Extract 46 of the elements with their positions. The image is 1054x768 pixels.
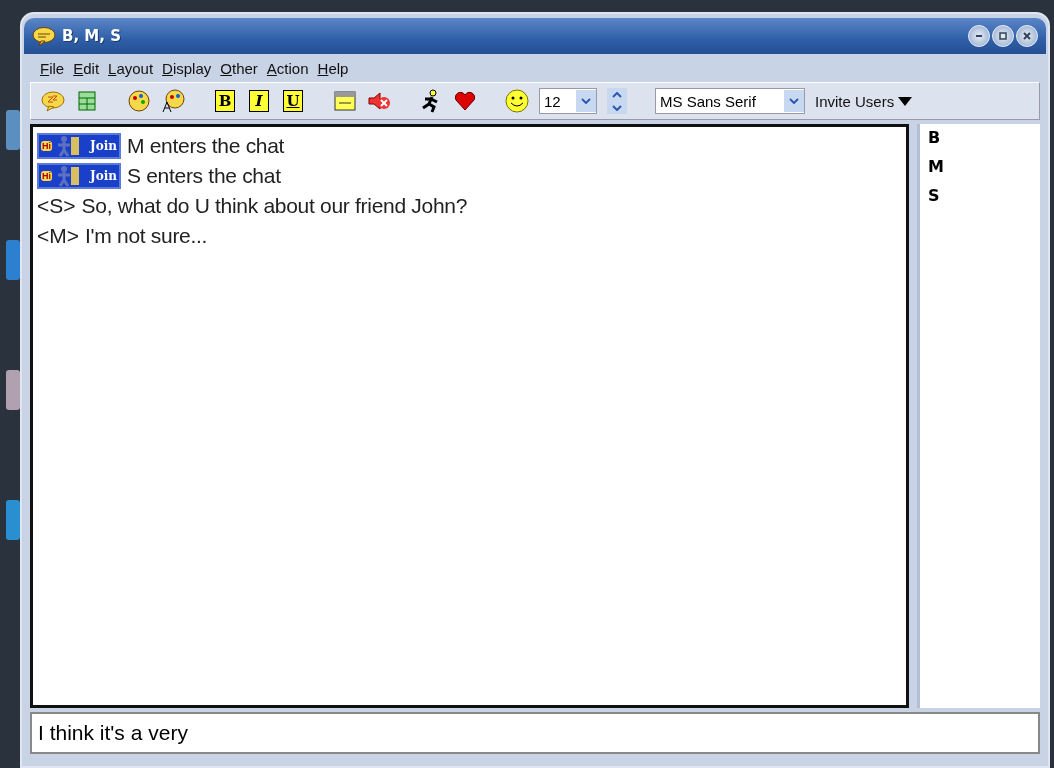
speech-bubble-icon bbox=[32, 26, 56, 46]
sender-name: <M> bbox=[37, 224, 80, 248]
spin-button[interactable] bbox=[607, 88, 627, 114]
down-chevron-icon bbox=[789, 98, 799, 104]
join-badge: Hi Join bbox=[37, 133, 121, 159]
maximize-button[interactable] bbox=[992, 25, 1014, 47]
user-name[interactable]: M bbox=[928, 157, 1032, 176]
chat-message: So, what do U think about our friend John? bbox=[81, 194, 468, 218]
speech-bubble-icon[interactable] bbox=[41, 90, 65, 112]
window-title: B, M, S bbox=[62, 27, 121, 45]
font-size-select[interactable]: 12 bbox=[539, 88, 597, 114]
table-icon[interactable] bbox=[78, 91, 96, 111]
menu-item[interactable]: File bbox=[40, 60, 65, 77]
message-input[interactable]: I think it's a very bbox=[30, 712, 1040, 754]
caret-icon bbox=[898, 96, 913, 106]
speaker-icon[interactable] bbox=[367, 90, 391, 112]
menu-item[interactable]: Edit bbox=[73, 60, 100, 77]
menu-item[interactable]: Other bbox=[220, 60, 258, 77]
sender-name: <S> bbox=[37, 194, 76, 218]
user-name[interactable]: B bbox=[928, 128, 1032, 147]
underline-button[interactable]: U bbox=[283, 90, 303, 112]
down-chevron-icon bbox=[612, 104, 622, 111]
chat-message: S enters the chat bbox=[127, 164, 281, 188]
chat-message: M enters the chat bbox=[127, 134, 285, 158]
font-select[interactable]: MS Sans Serif bbox=[655, 88, 805, 114]
down-chevron-icon bbox=[581, 98, 591, 104]
user-name[interactable]: S bbox=[928, 186, 1032, 205]
close-icon bbox=[1022, 31, 1032, 41]
bold-button[interactable]: B bbox=[215, 90, 235, 112]
up-chevron-icon bbox=[612, 91, 622, 98]
minimize-button[interactable] bbox=[968, 25, 990, 47]
chat-message: I'm not sure... bbox=[85, 224, 208, 248]
smiley-icon[interactable] bbox=[505, 89, 529, 113]
menu-item[interactable]: Action bbox=[266, 60, 309, 77]
join-badge: Hi Join bbox=[37, 163, 121, 189]
palette-icon[interactable] bbox=[128, 90, 150, 112]
heart-icon[interactable] bbox=[454, 91, 476, 111]
palette-icon[interactable] bbox=[161, 89, 185, 113]
invite-users-button[interactable]: Invite Users bbox=[815, 92, 913, 110]
menu-item[interactable]: Help bbox=[317, 60, 349, 77]
window-icon[interactable] bbox=[334, 91, 356, 111]
italic-button[interactable]: I bbox=[249, 90, 269, 112]
menu-item[interactable]: Layout bbox=[108, 60, 154, 77]
close-button[interactable] bbox=[1016, 25, 1038, 47]
maximize-icon bbox=[998, 31, 1008, 41]
menu-item[interactable]: Display bbox=[162, 60, 212, 77]
